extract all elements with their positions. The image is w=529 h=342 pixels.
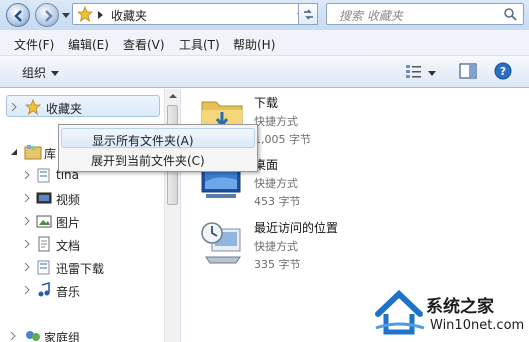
nav-item-xunlei-downloads[interactable]: 迅雷下载: [0, 256, 165, 278]
change-view-icon[interactable]: [404, 62, 424, 80]
menu-bar: 文件(F) 编辑(E) 查看(V) 工具(T) 帮助(H): [0, 30, 529, 56]
breadcrumb-favorites[interactable]: 收藏夹: [111, 7, 147, 24]
organize-label: 组织: [22, 66, 47, 80]
refresh-icon: [304, 9, 313, 20]
preview-pane-icon[interactable]: [458, 62, 478, 80]
homegroup-icon: [26, 331, 40, 341]
menu-show-all-folders[interactable]: 显示所有文件夹(A): [61, 128, 255, 148]
refresh-button[interactable]: [298, 3, 318, 25]
nav-item-documents[interactable]: 文档: [0, 233, 165, 255]
address-box[interactable]: 收藏夹: [72, 3, 318, 25]
expand-arrow-icon[interactable]: [11, 103, 17, 111]
expand-arrow-icon[interactable]: [24, 171, 30, 179]
documents-library-icon: [38, 236, 50, 252]
back-button[interactable]: [6, 3, 30, 27]
expand-arrow-icon[interactable]: [24, 194, 30, 202]
recent-places-icon: [201, 222, 241, 264]
expand-arrow-icon[interactable]: [24, 240, 30, 248]
collapse-arrow-icon[interactable]: [10, 148, 18, 156]
search-icon[interactable]: [503, 7, 517, 21]
nav-favorites[interactable]: 收藏夹: [6, 95, 160, 117]
favorites-star-icon: [25, 99, 41, 115]
library-folder-icon: [37, 168, 50, 183]
menu-file[interactable]: 文件(F): [14, 36, 54, 53]
file-name: 下载: [254, 96, 279, 110]
expand-arrow-icon[interactable]: [24, 217, 30, 225]
file-name: 最近访问的位置: [254, 221, 339, 235]
organize-dropdown-icon: [51, 71, 60, 76]
nav-favorites-label: 收藏夹: [46, 102, 83, 116]
expand-arrow-icon[interactable]: [10, 332, 16, 340]
context-menu: 显示所有文件夹(A) 展开到当前文件夹(C): [58, 124, 258, 172]
nav-homegroup-label: 家庭组: [44, 331, 81, 342]
menu-item-label: 显示所有文件夹(A): [92, 134, 194, 148]
watermark-title: 系统之家: [426, 297, 494, 317]
expand-arrow-icon[interactable]: [24, 286, 30, 294]
organize-button[interactable]: 组织: [22, 64, 60, 81]
view-options-dropdown-icon[interactable]: [428, 69, 436, 77]
library-icon: [24, 145, 42, 160]
file-type: 快捷方式: [254, 177, 298, 190]
file-size: 1,005 字节: [254, 133, 311, 146]
address-row: 收藏夹 搜索 收藏夹: [0, 0, 529, 30]
expand-arrow-icon[interactable]: [24, 263, 30, 271]
pictures-library-icon: [36, 215, 52, 228]
menu-expand-to-current-folder[interactable]: 展开到当前文件夹(C): [61, 149, 255, 169]
forward-button[interactable]: [35, 3, 59, 27]
nav-item-label: 音乐: [56, 285, 81, 299]
menu-view[interactable]: 查看(V): [123, 36, 165, 53]
nav-homegroup[interactable]: 家庭组: [0, 325, 165, 342]
command-bar: 组织 ?: [0, 56, 529, 88]
nav-item-label: 视频: [56, 193, 81, 207]
menu-tools[interactable]: 工具(T): [179, 36, 220, 53]
file-type: 快捷方式: [254, 115, 298, 128]
file-size: 335 字节: [254, 258, 301, 271]
watermark-house-logo-icon: [375, 289, 425, 335]
music-library-icon: [38, 282, 50, 297]
nav-item-music[interactable]: 音乐: [0, 279, 165, 301]
file-item[interactable]: 最近访问的位置 快捷方式 335 字节: [198, 217, 398, 277]
nav-library-label: 库: [44, 147, 57, 161]
forward-arrow-icon: [45, 10, 53, 22]
breadcrumb-separator-icon[interactable]: [97, 10, 105, 20]
menu-item-label: 展开到当前文件夹(C): [91, 154, 205, 168]
library-folder-icon: [37, 260, 50, 275]
search-box[interactable]: 搜索 收藏夹: [326, 3, 524, 25]
file-size: 453 字节: [254, 195, 301, 208]
nav-item-label: 图片: [56, 216, 81, 230]
svg-text:?: ?: [500, 65, 506, 78]
help-icon[interactable]: ?: [494, 62, 512, 80]
scroll-up-icon[interactable]: [169, 93, 177, 99]
nav-item-label: 迅雷下载: [56, 262, 105, 276]
search-placeholder: 搜索 收藏夹: [339, 9, 403, 23]
nav-item-pictures[interactable]: 图片: [0, 210, 165, 232]
favorites-star-icon: [77, 6, 93, 22]
video-library-icon: [36, 192, 52, 204]
watermark-url: Win10net.com: [430, 318, 525, 333]
watermark: 系统之家 Win10net.com: [372, 284, 529, 342]
file-type: 快捷方式: [254, 240, 298, 253]
menu-edit[interactable]: 编辑(E): [68, 36, 109, 53]
nav-item-label: 文档: [56, 239, 81, 253]
recent-pages-dropdown-icon[interactable]: [62, 11, 70, 19]
nav-item-videos[interactable]: 视频: [0, 187, 165, 209]
menu-help[interactable]: 帮助(H): [233, 36, 275, 53]
back-arrow-icon: [14, 10, 22, 22]
